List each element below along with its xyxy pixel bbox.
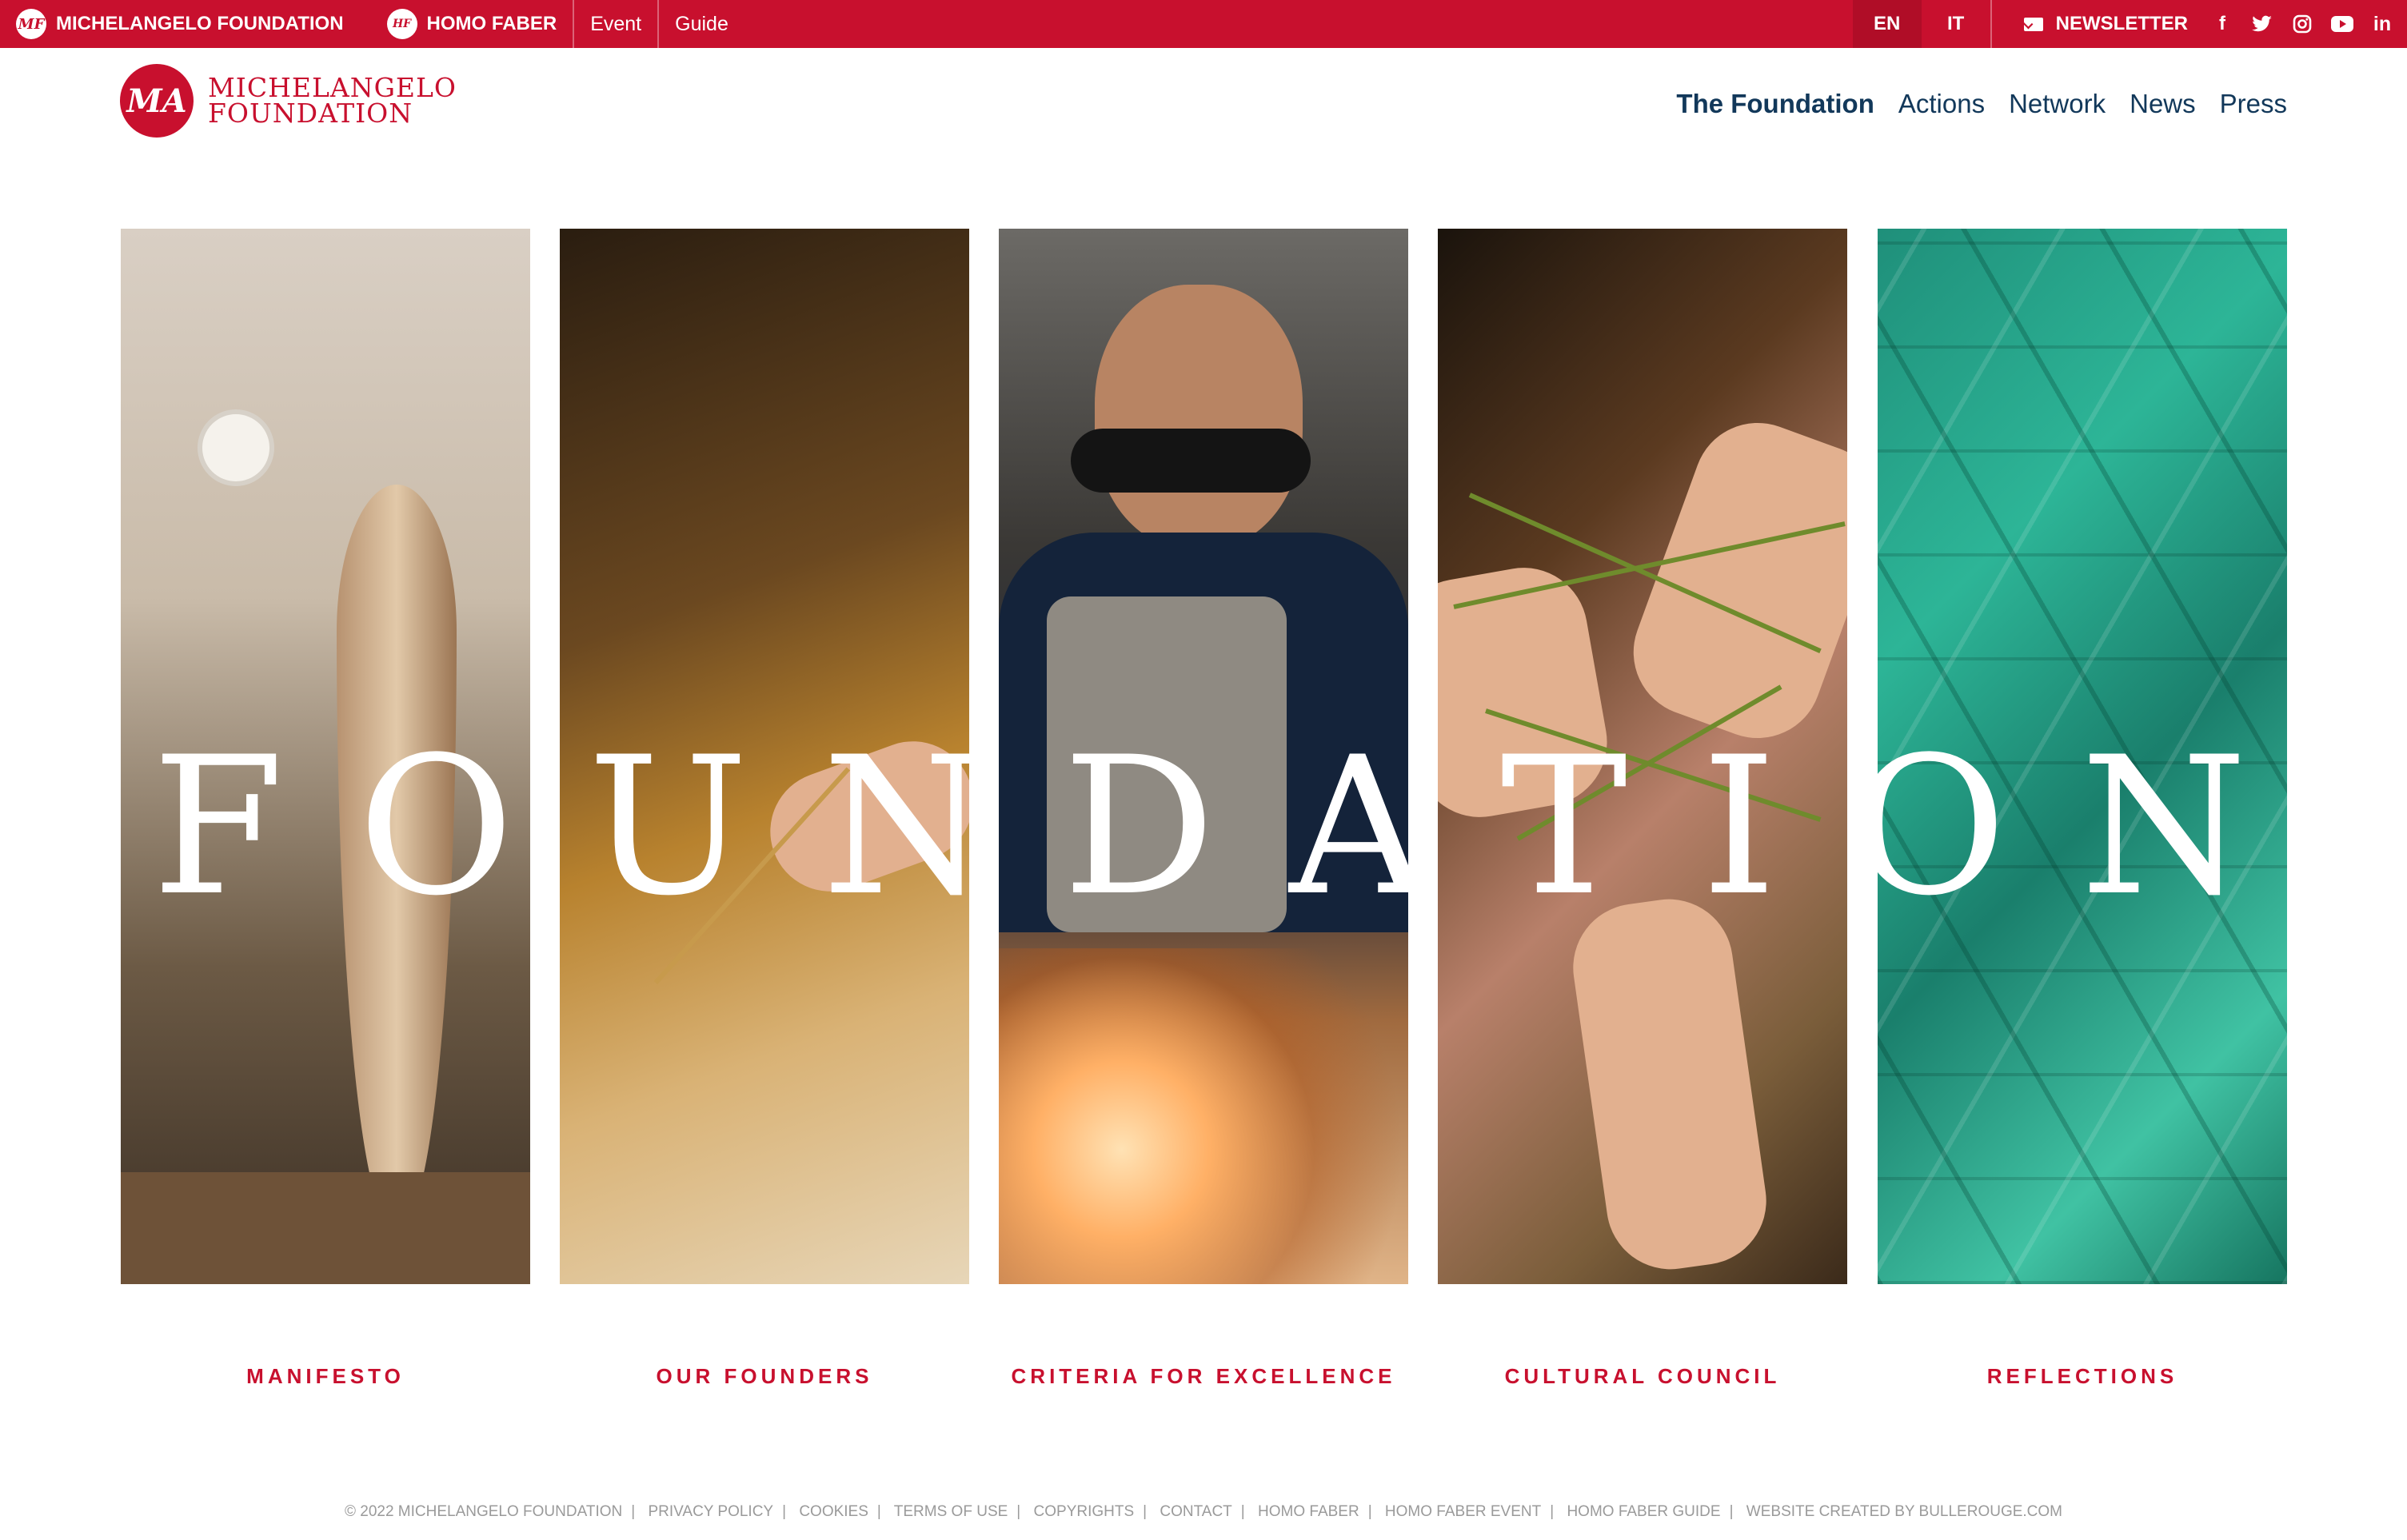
facebook-icon[interactable]: f: [2207, 0, 2237, 48]
brand-link-label: MICHELANGELO FOUNDATION: [56, 13, 344, 34]
twitter-icon[interactable]: [2247, 0, 2277, 48]
nav-press[interactable]: Press: [2220, 88, 2287, 120]
hero-letter: N: [822, 716, 989, 938]
main-nav: The Foundation Actions Network News Pres…: [1652, 88, 2287, 120]
footer-terms-of-use[interactable]: TERMS OF USE: [894, 1503, 1008, 1520]
footer: © 2022 MICHELANGELO FOUNDATION | PRIVACY …: [344, 1503, 2063, 1520]
footer-contact[interactable]: CONTACT: [1160, 1503, 1231, 1520]
footer-copyrights[interactable]: COPYRIGHTS: [1034, 1503, 1135, 1520]
manifesto-link[interactable]: MANIFESTO: [121, 1364, 530, 1389]
hand-shape: [1564, 891, 1775, 1278]
hand-shape: [1615, 405, 1847, 756]
linkedin-icon[interactable]: in: [2367, 0, 2397, 48]
newsletter-link[interactable]: NEWSLETTER: [1990, 0, 2207, 48]
workbench-shape: [121, 1172, 530, 1284]
nav-network[interactable]: Network: [2009, 88, 2106, 120]
footer-privacy-policy[interactable]: PRIVACY POLICY: [648, 1503, 773, 1520]
logo-emblem-icon: MA: [120, 64, 194, 138]
clock-shape: [198, 409, 274, 486]
homo-faber-label: HOMO FABER: [426, 13, 557, 34]
hero-letter: F: [152, 716, 285, 938]
homo-faber-logo-icon: HF: [386, 9, 417, 39]
logo-line-2: FOUNDATION: [208, 98, 413, 129]
sparks-shape: [999, 948, 1408, 1284]
hero-letter: T: [1500, 716, 1628, 938]
homo-faber-link[interactable]: HF HOMO FABER: [371, 0, 573, 48]
site-logo[interactable]: MA MICHELANGELO FOUNDATION: [120, 64, 457, 138]
footer-cookies[interactable]: COOKIES: [799, 1503, 868, 1520]
top-bar: MF MICHELANGELO FOUNDATION HF HOMO FABER…: [0, 0, 2407, 48]
hero-letter: D: [1062, 716, 1215, 938]
event-link[interactable]: Event: [573, 0, 657, 48]
lang-it-button[interactable]: IT: [1922, 0, 1990, 48]
hero-letter: O: [1850, 716, 2007, 938]
footer-homo-faber[interactable]: HOMO FABER: [1258, 1503, 1359, 1520]
brand-link[interactable]: MF MICHELANGELO FOUNDATION: [0, 0, 360, 48]
footer-homo-faber-event[interactable]: HOMO FABER EVENT: [1385, 1503, 1541, 1520]
hero-letter: I: [1701, 716, 1777, 938]
foundation-logo-icon: MF: [16, 9, 46, 39]
hero-title: F O U N D A T I O N: [120, 716, 2287, 938]
nav-actions[interactable]: Actions: [1898, 88, 1985, 120]
hero-letter: N: [2080, 716, 2247, 938]
hero-letter: A: [1289, 716, 1427, 938]
lang-en-button[interactable]: EN: [1852, 0, 1922, 48]
cultural-council-link[interactable]: CULTURAL COUNCIL: [1438, 1364, 1847, 1389]
footer-credits[interactable]: WEBSITE CREATED BY BULLEROUGE.COM: [1746, 1503, 2062, 1520]
instagram-icon[interactable]: [2287, 0, 2317, 48]
youtube-icon[interactable]: [2327, 0, 2357, 48]
newsletter-label: NEWSLETTER: [2055, 13, 2188, 34]
nav-news[interactable]: News: [2130, 88, 2196, 120]
logo-text: MICHELANGELO FOUNDATION: [208, 74, 457, 129]
hero-letter: O: [357, 716, 514, 938]
guide-link[interactable]: Guide: [657, 0, 744, 48]
reflections-link[interactable]: REFLECTIONS: [1878, 1364, 2287, 1389]
footer-copyright: © 2022 MICHELANGELO FOUNDATION: [344, 1503, 623, 1520]
footer-homo-faber-guide[interactable]: HOMO FABER GUIDE: [1567, 1503, 1720, 1520]
our-founders-link[interactable]: OUR FOUNDERS: [560, 1364, 969, 1389]
nav-the-foundation[interactable]: The Foundation: [1676, 88, 1874, 120]
envelope-icon: [2023, 17, 2043, 31]
hero-letter: U: [588, 716, 748, 938]
glasses-shape: [1071, 429, 1311, 493]
topbar-right: EN IT NEWSLETTER f in: [1852, 0, 2407, 48]
criteria-for-excellence-link[interactable]: CRITERIA FOR EXCELLENCE: [999, 1364, 1408, 1389]
craftsman-face-shape: [1095, 285, 1303, 549]
